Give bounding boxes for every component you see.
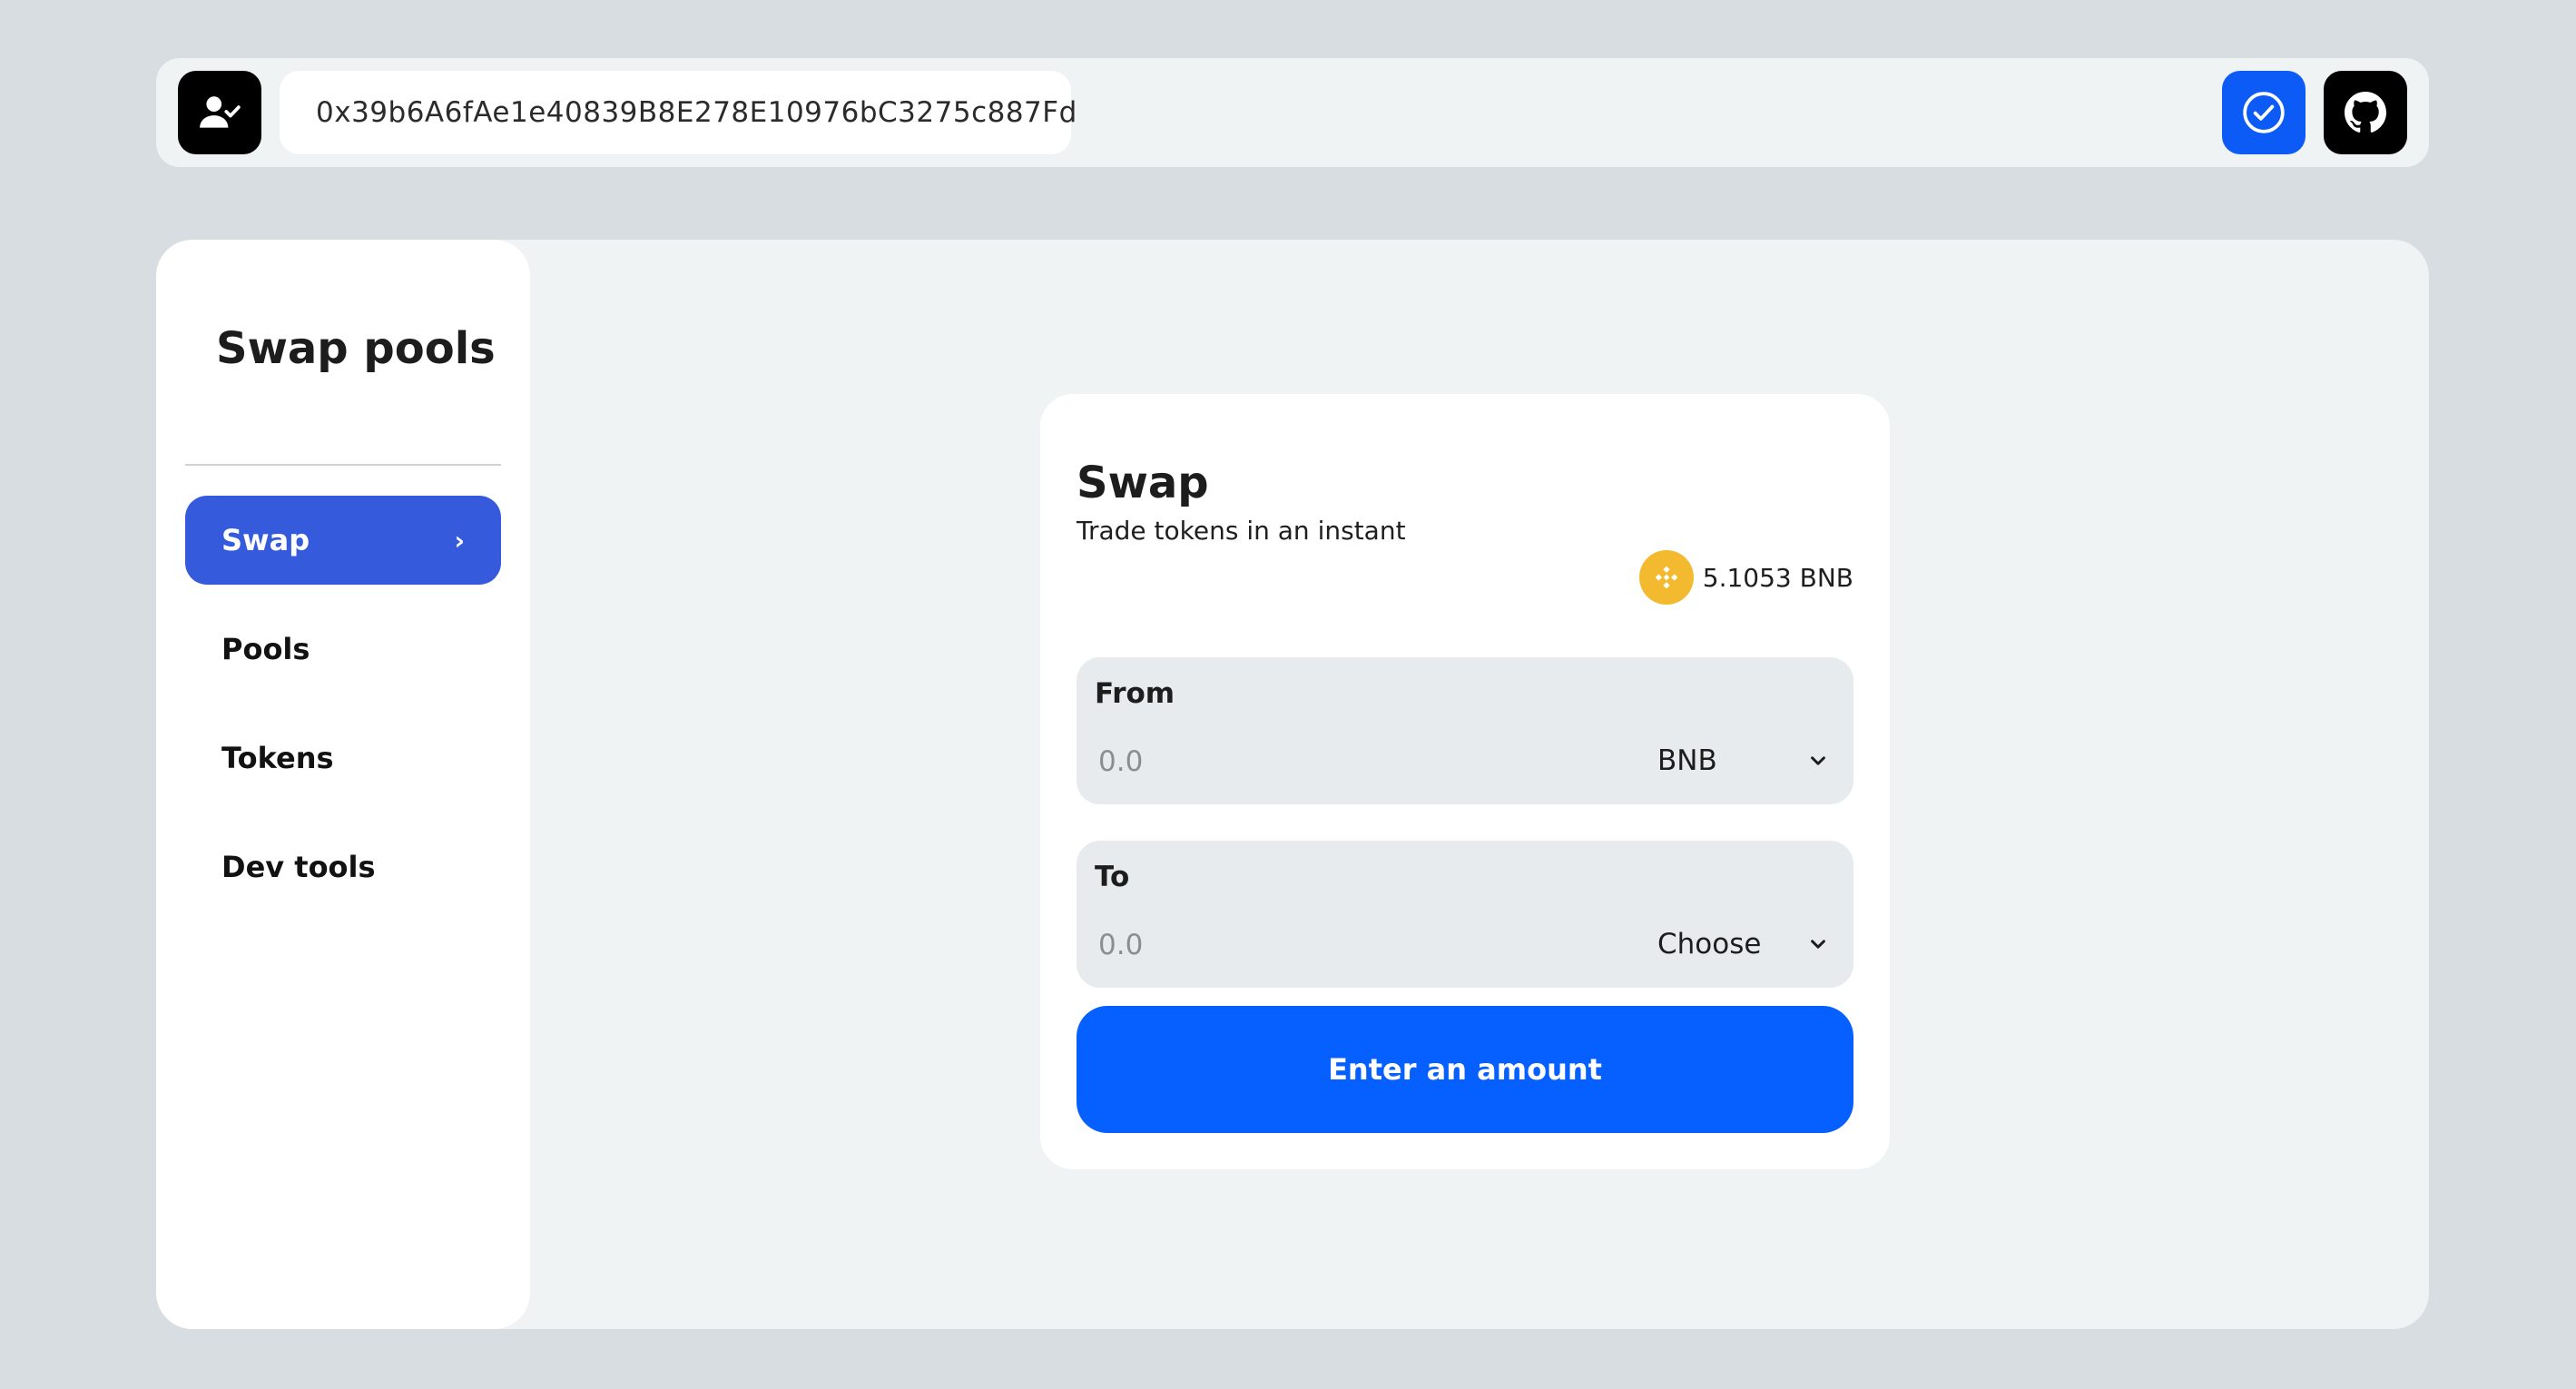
card-subtitle: Trade tokens in an instant: [1077, 516, 1406, 546]
sidebar-item-tokens[interactable]: Tokens: [185, 714, 501, 803]
verified-button[interactable]: [2222, 71, 2306, 154]
account-button[interactable]: [178, 71, 261, 154]
to-amount-input[interactable]: [1095, 922, 1603, 968]
balance-text: 5.1053 BNB: [1702, 562, 1853, 593]
sidebar-item-label: Pools: [221, 632, 310, 666]
chevron-down-icon: [1811, 940, 1825, 949]
github-icon: [2345, 92, 2386, 133]
sidebar-item-dev-tools[interactable]: Dev tools: [185, 823, 501, 911]
from-token-label: BNB: [1657, 744, 1717, 777]
top-bar: 0x39b6A6fAe1e40839B8E278E10976bC3275c887…: [156, 58, 2429, 167]
bnb-coin-icon: [1638, 550, 1694, 605]
to-label: To: [1095, 861, 1130, 893]
user-check-icon: [200, 96, 241, 128]
swap-card: Swap Trade tokens in an instant 5.1053 B…: [1040, 394, 1890, 1169]
sidebar-item-label: Dev tools: [221, 850, 376, 884]
from-label: From: [1095, 677, 1175, 710]
balance-display: 5.1053 BNB: [1638, 550, 1853, 605]
sidebar-title: Swap pools: [216, 323, 496, 374]
from-field: From BNB: [1077, 657, 1853, 804]
sidebar-item-label: Tokens: [221, 741, 334, 775]
wallet-address-text: 0x39b6A6fAe1e40839B8E278E10976bC3275c887…: [316, 96, 1077, 129]
sidebar-item-pools[interactable]: Pools: [185, 605, 501, 694]
enter-amount-button[interactable]: Enter an amount: [1077, 1006, 1853, 1133]
sidebar: Swap pools Swap › Pools Tokens Dev tools: [156, 240, 530, 1329]
to-field: To Choose: [1077, 841, 1853, 988]
to-token-select[interactable]: Choose: [1657, 919, 1839, 970]
sidebar-item-swap[interactable]: Swap ›: [185, 496, 501, 585]
wallet-address[interactable]: 0x39b6A6fAe1e40839B8E278E10976bC3275c887…: [280, 71, 1077, 154]
sidebar-item-label: Swap: [221, 523, 310, 557]
from-amount-input[interactable]: [1095, 739, 1603, 784]
to-token-label: Choose: [1657, 928, 1762, 960]
main-panel: Swap pools Swap › Pools Tokens Dev tools…: [156, 240, 2429, 1329]
chevron-right-icon: ›: [454, 525, 465, 556]
card-title: Swap: [1077, 458, 1209, 508]
from-token-select[interactable]: BNB: [1657, 735, 1839, 786]
github-button[interactable]: [2324, 71, 2407, 154]
sidebar-divider: [185, 464, 501, 466]
check-circle-icon: [2243, 92, 2285, 133]
chevron-down-icon: [1811, 756, 1825, 765]
